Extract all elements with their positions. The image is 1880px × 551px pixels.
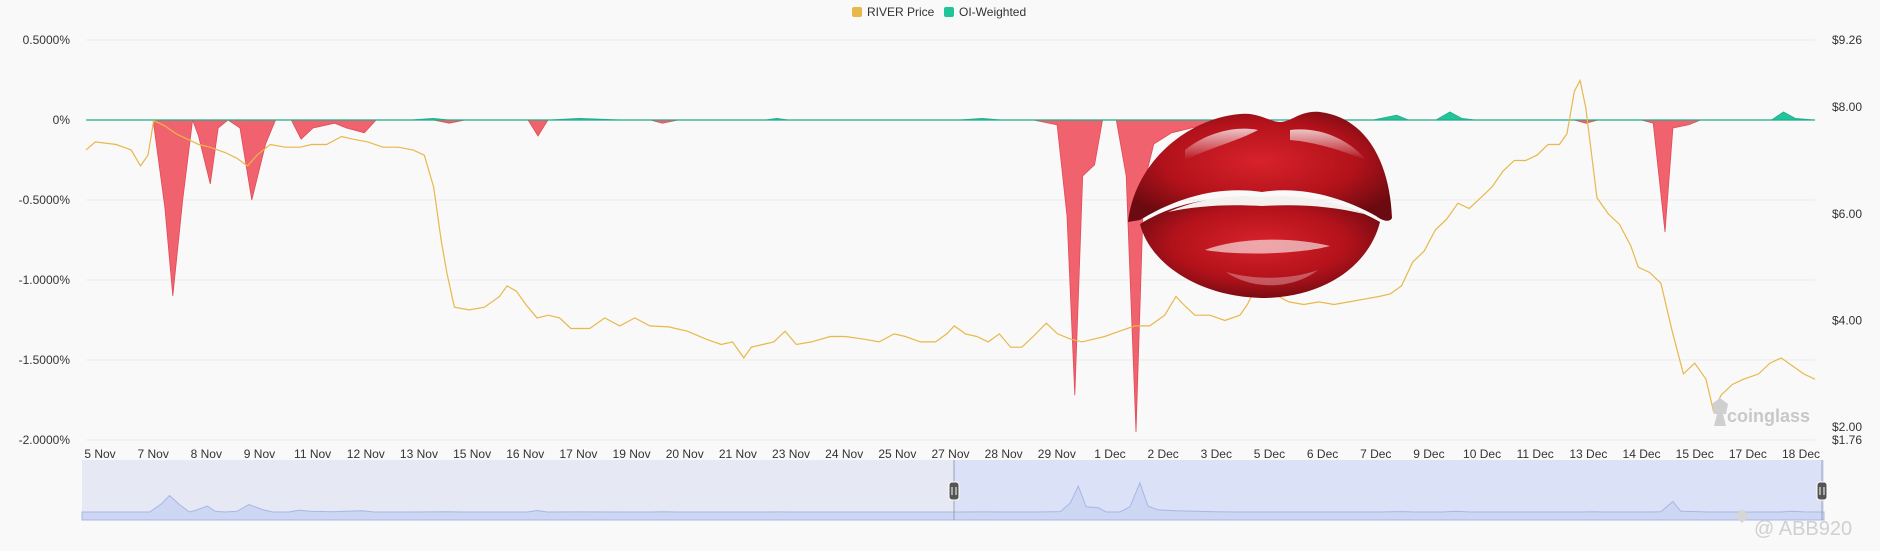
lips-sticker-image	[1128, 111, 1392, 298]
x-tick-label: 9 Nov	[244, 447, 275, 461]
x-tick-label: 13 Dec	[1569, 447, 1607, 461]
x-tick-label: 23 Nov	[772, 447, 810, 461]
oi-weighted-series	[86, 111, 1816, 433]
x-tick-label: 17 Dec	[1729, 447, 1767, 461]
legend-swatch-oi	[944, 7, 954, 17]
gridlines	[86, 39, 1815, 441]
x-tick-label: 18 Dec	[1782, 447, 1820, 461]
y-right-tick-label: $9.26	[1832, 33, 1862, 47]
price-line	[85, 78, 1816, 414]
coinglass-watermark: coinglass	[1712, 398, 1810, 426]
x-tick-label: 16 Nov	[506, 447, 544, 461]
legend-label-oi: OI-Weighted	[959, 5, 1026, 19]
x-tick-label: 7 Dec	[1360, 447, 1391, 461]
price-series	[85, 78, 1816, 414]
y-right-tick-label: $1.76	[1832, 433, 1862, 447]
x-tick-label: 2 Dec	[1147, 447, 1178, 461]
navigator-right-handle[interactable]	[1816, 481, 1828, 501]
x-tick-label: 20 Nov	[666, 447, 704, 461]
oi-positive-area	[86, 111, 1816, 121]
y-left-tick-label: 0.5000%	[23, 33, 71, 47]
x-tick-label: 15 Nov	[453, 447, 491, 461]
credit-text: @ ABB920	[1754, 518, 1852, 540]
x-tick-label: 5 Nov	[84, 447, 115, 461]
y-left-tick-label: 0%	[53, 113, 71, 127]
x-tick-label: 21 Nov	[719, 447, 757, 461]
x-tick-label: 17 Nov	[559, 447, 597, 461]
legend[interactable]: RIVER Price OI-Weighted	[852, 5, 1026, 19]
x-tick-label: 27 Nov	[931, 447, 969, 461]
range-navigator[interactable]	[81, 460, 1828, 521]
funding-rate-chart: RIVER Price OI-Weighted 0.5000% 0% -0.5000…	[19, 5, 1863, 540]
y-right-tick-label: $4.00	[1832, 314, 1862, 328]
x-tick-label: 19 Nov	[613, 447, 651, 461]
x-tick-label: 12 Nov	[347, 447, 385, 461]
x-tick-label: 15 Dec	[1676, 447, 1714, 461]
left-axis: 0.5000% 0% -0.5000% -1.0000% -1.5000% -2.0000…	[19, 33, 71, 447]
x-tick-label: 25 Nov	[878, 447, 916, 461]
y-right-tick-label: $8.00	[1832, 100, 1862, 114]
x-axis: 5 Nov 7 Nov 8 Nov 9 Nov 11 Nov 12 Nov 13 Nov 15…	[84, 447, 1820, 461]
y-left-tick-label: -1.0000%	[19, 273, 71, 287]
y-left-tick-label: -0.5000%	[19, 193, 71, 207]
y-left-tick-label: -1.5000%	[19, 353, 71, 367]
x-tick-label: 14 Dec	[1623, 447, 1661, 461]
x-tick-label: 29 Nov	[1038, 447, 1076, 461]
x-tick-label: 1 Dec	[1094, 447, 1125, 461]
x-tick-label: 11 Nov	[294, 447, 331, 461]
right-axis: $9.26$8.00$6.00$4.00$2.00$1.76	[1832, 33, 1862, 447]
x-tick-label: 13 Nov	[400, 447, 438, 461]
x-tick-label: 6 Dec	[1307, 447, 1338, 461]
navigator-left-handle[interactable]	[948, 481, 960, 501]
watermark-text: coinglass	[1727, 406, 1810, 426]
x-tick-label: 24 Nov	[825, 447, 863, 461]
legend-swatch-price	[852, 7, 862, 17]
x-tick-label: 9 Dec	[1413, 447, 1444, 461]
x-tick-label: 7 Nov	[137, 447, 168, 461]
x-tick-label: 28 Nov	[985, 447, 1023, 461]
oi-negative-area	[86, 119, 1815, 433]
x-tick-label: 8 Nov	[191, 447, 222, 461]
x-tick-label: 3 Dec	[1201, 447, 1232, 461]
x-tick-label: 11 Dec	[1517, 447, 1554, 461]
legend-label-price: RIVER Price	[867, 5, 935, 19]
y-right-tick-label: $6.00	[1832, 207, 1862, 221]
y-left-tick-label: -2.0000%	[19, 433, 71, 447]
x-tick-label: 10 Dec	[1463, 447, 1501, 461]
x-tick-label: 5 Dec	[1254, 447, 1285, 461]
